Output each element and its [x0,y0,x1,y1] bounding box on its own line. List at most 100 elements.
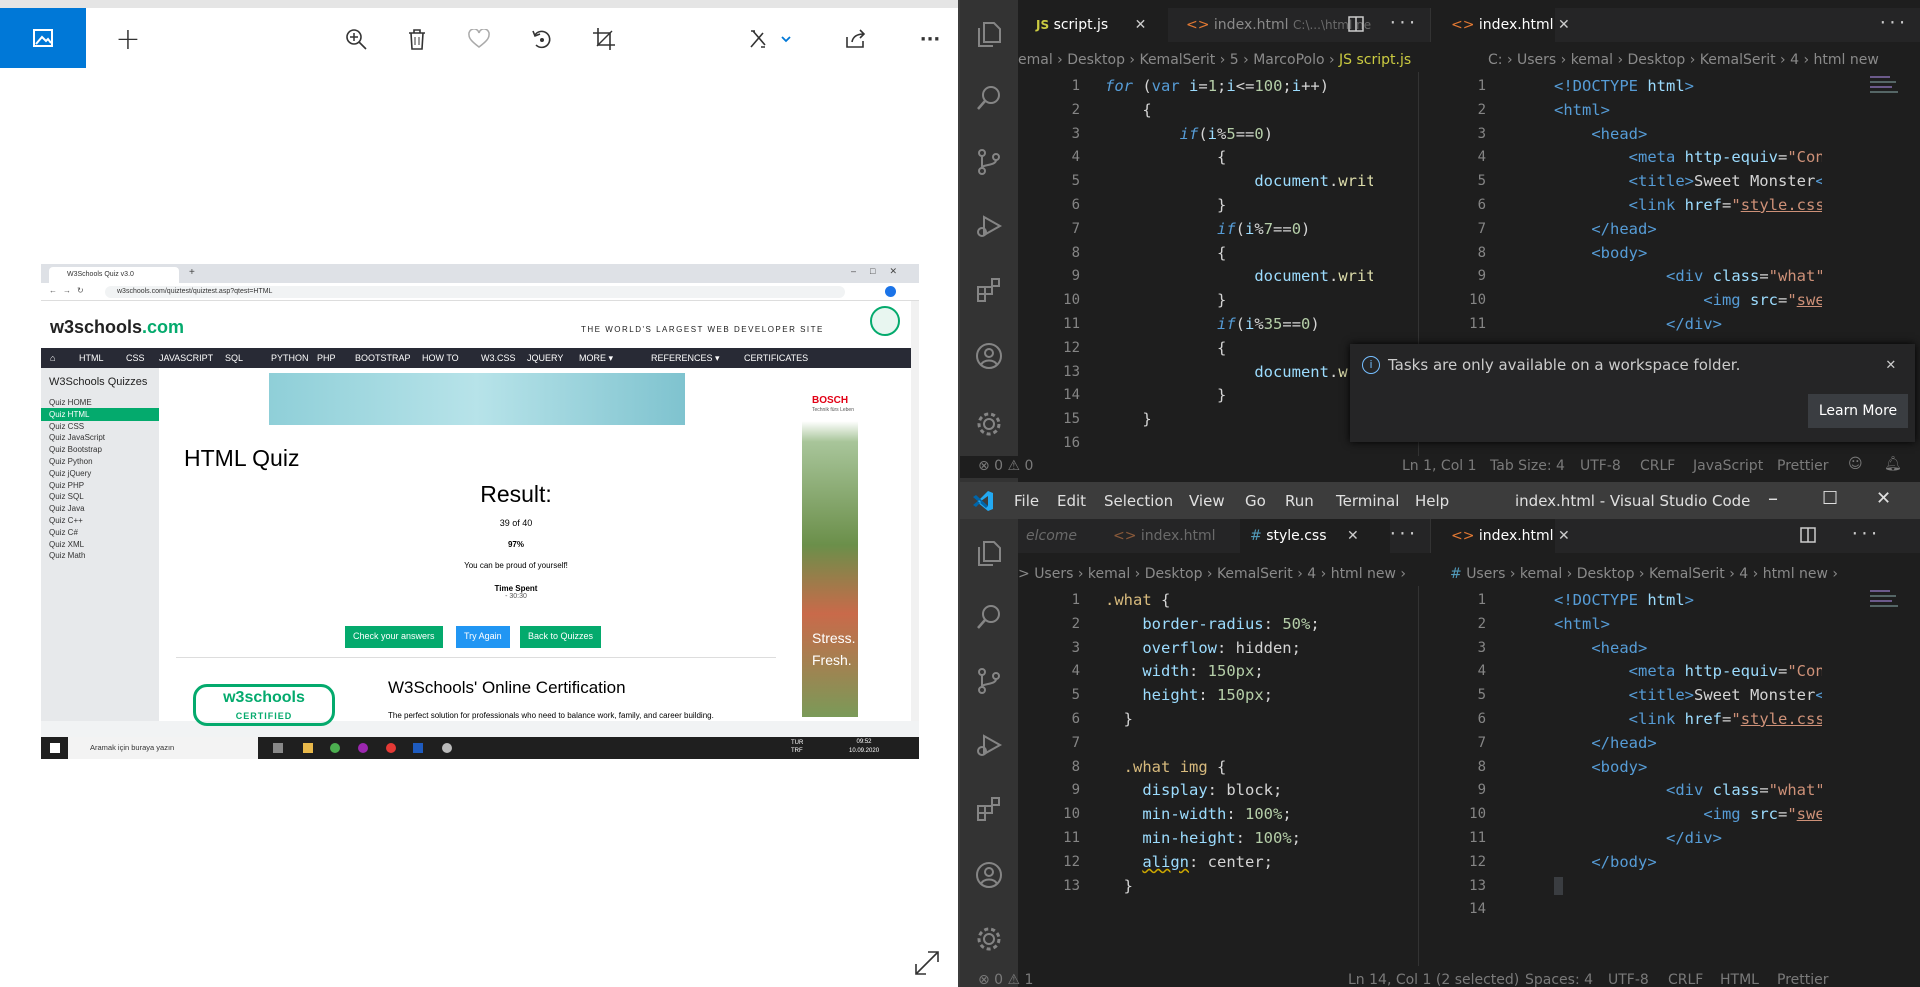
line-number: 7 [1071,220,1080,237]
split-editor-icon[interactable] [1348,16,1364,32]
percent-text: 97% [507,540,524,549]
w3-nav-item: W3.CSS [481,353,516,363]
line-number: 4 [1071,663,1080,680]
menu-view[interactable]: View [1189,492,1225,510]
source-control-icon[interactable] [975,148,1003,176]
menu-terminal[interactable]: Terminal [1336,492,1399,510]
problems-indicator[interactable]: ⊗ 0 ⚠ 0 [978,458,1033,474]
line-number: 3 [1477,639,1486,656]
banner-ad [269,373,685,425]
indentation[interactable]: Spaces: 4 [1525,972,1593,987]
tab-style-css[interactable]: # style.css ✕ [1240,519,1390,553]
learn-more-button[interactable]: Learn More [1808,394,1908,428]
taskbar-search: Aramak için buraya yazın [68,737,258,759]
split-editor-icon[interactable] [1800,527,1816,543]
search-icon[interactable] [975,84,1003,112]
close-window-button[interactable]: ✕ [1876,488,1891,509]
source-control-icon[interactable] [975,667,1003,695]
menu-file[interactable]: File [1014,492,1039,510]
image-mode-button[interactable] [0,8,86,68]
cursor-position[interactable]: Ln 14, Col 1 (2 selected) [1348,972,1519,987]
code-editor-index-html[interactable]: <!DOCTYPE html> <html> <head> <meta http… [1554,75,1822,337]
zoom-in-icon[interactable] [341,24,371,54]
w3-nav-item: CERTIFICATES [744,353,809,363]
settings-gear-icon[interactable] [975,925,1003,953]
explorer-icon[interactable] [975,20,1003,48]
prettier-status[interactable]: Prettier [1777,972,1829,987]
rotate-icon[interactable] [527,24,557,54]
code-editor-index-html[interactable]: <!DOCTYPE html> <html> <head> <meta http… [1554,589,1822,898]
search-icon[interactable] [975,603,1003,631]
accounts-icon[interactable] [975,861,1003,889]
more-actions-icon[interactable]: ··· [1388,524,1417,543]
maximize-button[interactable]: ☐ [1822,488,1838,509]
encoding[interactable]: UTF-8 [1580,458,1621,474]
language-mode[interactable]: JavaScript [1693,458,1763,474]
notification-text: Tasks are only available on a workspace … [1388,356,1741,374]
line-number: 10 [1469,806,1486,823]
explorer-icon[interactable] [975,539,1003,567]
fullscreen-icon[interactable] [914,950,940,976]
line-numbers: 1 2 3 4 5 6 7 8 9 10 11 12 13 14 15 16 [1018,75,1080,456]
home-icon: ⌂ [50,353,56,363]
prettier-status[interactable]: Prettier [1777,458,1829,474]
line-number: 2 [1071,615,1080,632]
tab-bar-left: elcome <> index.html # style.css ✕ ··· [1018,519,1430,553]
w3-nav-item: JAVASCRIPT [159,353,214,363]
tab-index-html-2[interactable]: <> index.html ✕ [1430,8,1570,42]
minimize-button[interactable]: – [1768,486,1778,510]
tab-size[interactable]: Tab Size: 4 [1490,458,1565,474]
language-mode[interactable]: HTML [1720,972,1759,987]
extensions-icon[interactable] [975,795,1003,823]
run-debug-icon[interactable] [975,731,1003,759]
tab-welcome[interactable]: elcome [1018,519,1108,553]
displayed-photo: W3Schools Quiz v3.0 + –□✕ ←→↻ w3schools.… [41,264,919,759]
eol[interactable]: CRLF [1640,458,1675,474]
problems-indicator[interactable]: ⊗ 0 ⚠ 1 [978,972,1033,987]
encoding[interactable]: UTF-8 [1608,972,1649,987]
eol[interactable]: CRLF [1668,972,1703,987]
line-number: 4 [1071,149,1080,166]
code-editor-script[interactable]: for (var i=1;i<=100;i++) { if(i%5==0) { … [1105,75,1373,432]
time-label: Time Spent [494,584,538,593]
vscode-window-bottom: File Edit Selection View Go Run Terminal… [960,482,1920,987]
run-debug-icon[interactable] [975,212,1003,240]
close-icon[interactable]: ✕ [1886,354,1896,373]
extensions-icon[interactable] [975,276,1003,304]
share-icon[interactable] [841,24,871,54]
accounts-icon[interactable] [975,342,1003,370]
vscode-window-top: JS script.js ✕ <> index.html C:\...\html… [960,0,1920,482]
tab-index-html-2[interactable]: <> index.html ✕ [1430,519,1570,553]
menu-go[interactable]: Go [1245,492,1266,510]
menu-run[interactable]: Run [1285,492,1314,510]
more-actions-icon[interactable]: ··· [1388,13,1417,32]
more-actions-icon[interactable]: ··· [1850,524,1879,543]
menu-edit[interactable]: Edit [1057,492,1086,510]
profile-avatar [885,286,896,297]
line-number: 15 [1063,411,1080,428]
line-number: 9 [1071,268,1080,285]
tab-index-html-1[interactable]: <> index.html [1113,519,1233,553]
menu-help[interactable]: Help [1415,492,1449,510]
settings-gear-icon[interactable] [975,410,1003,438]
code-editor-style-css[interactable]: .what { border-radius: 50%; overflow: hi… [1105,589,1395,898]
tab-index-html-1[interactable]: <> index.html C:\...\html ne [1186,8,1401,42]
more-options-button[interactable]: ··· [915,24,945,54]
menu-selection[interactable]: Selection [1104,492,1173,510]
add-button[interactable]: + [113,22,143,57]
line-number: 11 [1063,829,1080,846]
w3schools-page: w3schools.com THE WORLD'S LARGEST WEB DE… [41,301,919,726]
notifications-bell-icon[interactable]: 🔔︎ [1884,456,1902,472]
line-number: 6 [1071,196,1080,213]
edit-draw-icon[interactable] [748,24,794,54]
heart-icon[interactable] [464,24,494,54]
browser-address-bar: ←→↻ w3schools.com/quiztest/quiztest.asp?… [41,283,919,301]
feedback-icon[interactable]: ☺ [1848,456,1863,472]
trash-icon[interactable] [402,24,432,54]
proud-message: You can be proud of yourself! [464,561,568,570]
tab-script-js[interactable]: JS script.js ✕ [1018,8,1168,42]
crop-icon[interactable] [589,24,619,54]
line-number: 4 [1477,149,1486,166]
more-actions-icon[interactable]: ··· [1878,13,1907,32]
cursor-position[interactable]: Ln 1, Col 1 [1402,458,1477,474]
